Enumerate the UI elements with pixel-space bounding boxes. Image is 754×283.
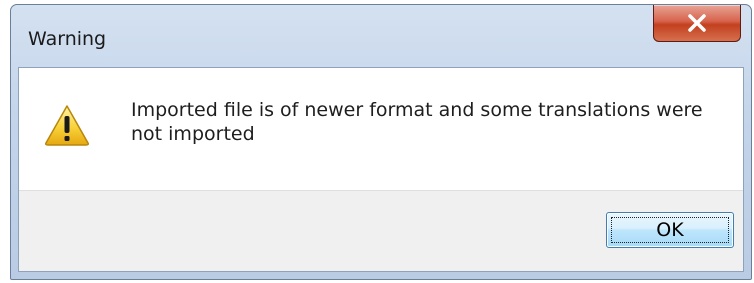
warning-dialog: Warning Imported file is of newer format… (10, 4, 752, 280)
warning-icon (45, 105, 89, 146)
close-button[interactable] (653, 5, 741, 42)
ok-button[interactable]: OK (606, 212, 734, 248)
ok-button-label: OK (656, 219, 684, 241)
title-bar[interactable]: Warning (11, 5, 751, 67)
dialog-body: Imported file is of newer format and som… (18, 67, 744, 272)
window-title: Warning (28, 28, 107, 50)
warning-message: Imported file is of newer format and som… (131, 99, 703, 145)
message-area: Imported file is of newer format and som… (19, 68, 743, 192)
button-bar: OK (19, 190, 743, 271)
close-icon (688, 14, 706, 32)
